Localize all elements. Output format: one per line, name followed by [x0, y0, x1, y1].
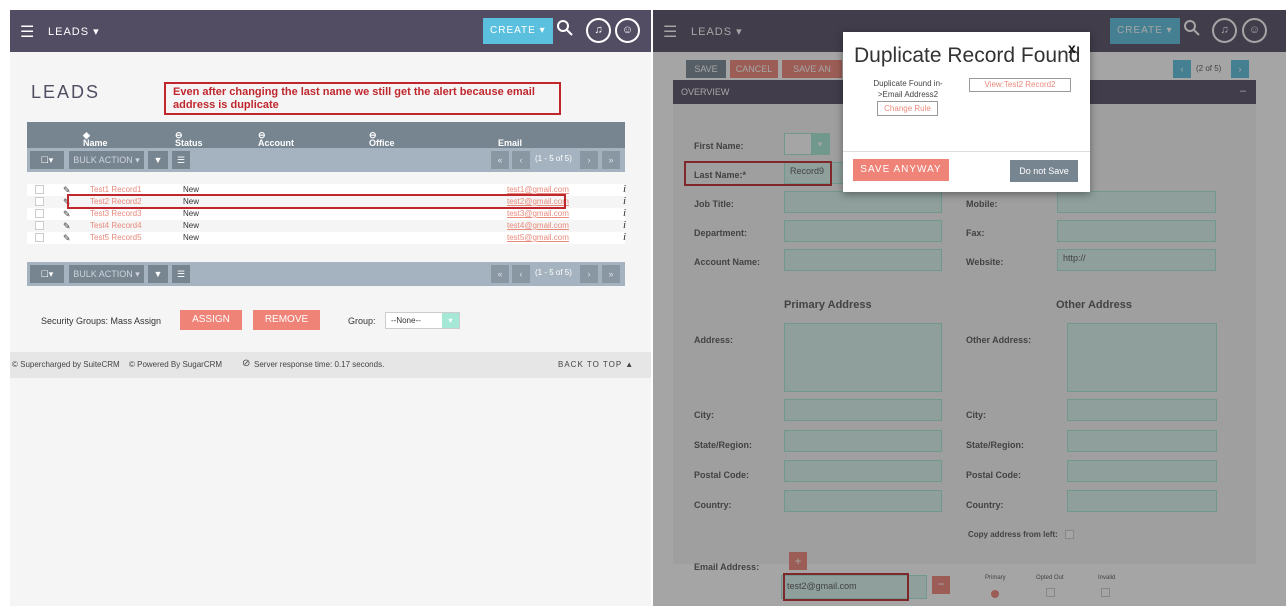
- column-header-status[interactable]: Status ⊖: [175, 130, 203, 148]
- prev-page-button[interactable]: ‹: [512, 151, 530, 169]
- security-groups-label: Security Groups: Mass Assign: [41, 316, 162, 326]
- remove-button[interactable]: REMOVE: [253, 310, 320, 330]
- select-dropdown-button[interactable]: ☐▾: [30, 151, 64, 169]
- select-dropdown-button[interactable]: ☐▾: [30, 265, 64, 283]
- action-bar-bottom: ☐▾ BULK ACTION ▾ ▼ ☰ « ‹ (1 - 5 of 5) › …: [27, 262, 625, 286]
- list-header: Name ◆ Status ⊖ Account Name ⊖ Office Ph…: [27, 122, 625, 158]
- server-response-text: Server response time: 0.17 seconds.: [254, 360, 385, 369]
- footer: © Supercharged by SuiteCRM © Powered By …: [10, 352, 651, 378]
- highlight-row-2: [67, 194, 566, 209]
- duplicate-record-modal: Duplicate Record Found x Duplicate Found…: [843, 32, 1090, 192]
- back-to-top-link[interactable]: BACK TO TOP ▲: [558, 360, 634, 369]
- chevron-down-icon: ▾: [442, 313, 459, 328]
- next-page-button[interactable]: ›: [580, 151, 598, 169]
- filter-icon[interactable]: ▼: [148, 265, 168, 283]
- left-screen: ☰ LEADS ▾ CREATE ▾ ♫ ☺ LEADS Even after …: [10, 10, 651, 606]
- footer-suitecrm[interactable]: © Supercharged by SuiteCRM: [12, 360, 120, 369]
- bulk-action-button[interactable]: BULK ACTION ▾: [69, 151, 144, 169]
- duplicate-found-text: Duplicate Found in->Email Address2: [873, 79, 943, 99]
- bulk-action-button[interactable]: BULK ACTION ▾: [69, 265, 144, 283]
- column-header-account-name[interactable]: Account Name ⊖: [258, 130, 294, 158]
- row-checkbox[interactable]: [35, 209, 44, 218]
- hamburger-menu-icon[interactable]: ☰: [20, 22, 34, 42]
- column-chooser-icon[interactable]: ☰: [172, 151, 190, 169]
- bulk-action-label: BULK ACTION: [73, 155, 133, 165]
- lead-name-link[interactable]: Test5 Record5: [90, 233, 142, 242]
- lead-email-link[interactable]: test4@gmail.com: [507, 221, 569, 230]
- module-label: LEADS: [48, 26, 90, 38]
- modal-title: Duplicate Record Found: [854, 44, 1081, 67]
- pagination-count: (1 - 5 of 5): [535, 154, 572, 163]
- lead-email-link[interactable]: test3@gmail.com: [507, 209, 569, 218]
- prev-page-button[interactable]: ‹: [512, 265, 530, 283]
- row-checkbox[interactable]: [35, 221, 44, 230]
- row-checkbox[interactable]: [35, 233, 44, 242]
- table-row[interactable]: ✎ Test4 Record4 New test4@gmail.com i: [27, 219, 626, 232]
- module-menu[interactable]: LEADS ▾: [48, 25, 100, 38]
- top-navbar: ☰ LEADS ▾ CREATE ▾ ♫ ☺: [10, 10, 651, 52]
- view-duplicate-link[interactable]: View:Test2 Record2: [969, 78, 1071, 92]
- footer-sugarcrm[interactable]: © Powered By SugarCRM: [129, 360, 222, 369]
- column-label: Name: [83, 138, 108, 148]
- action-bar-top: ☐▾ BULK ACTION ▾ ▼ ☰ « ‹ (1 - 5 of 5) › …: [27, 148, 625, 172]
- edit-pencil-icon[interactable]: ✎: [63, 221, 71, 232]
- row-checkbox[interactable]: [35, 197, 44, 206]
- annotation-callout: Even after changing the last name we sti…: [164, 82, 561, 115]
- lead-email-link[interactable]: test1@gmail.com: [507, 185, 569, 194]
- filter-icon[interactable]: ▼: [148, 151, 168, 169]
- assign-button[interactable]: ASSIGN: [180, 310, 242, 330]
- lead-status: New: [183, 185, 200, 194]
- last-page-button[interactable]: »: [602, 265, 620, 283]
- create-label: CREATE: [490, 25, 536, 36]
- first-page-button[interactable]: «: [491, 265, 509, 283]
- user-avatar-icon[interactable]: ☺: [615, 18, 640, 43]
- edit-pencil-icon[interactable]: ✎: [63, 209, 71, 220]
- edit-pencil-icon[interactable]: ✎: [63, 233, 71, 244]
- server-response-icon: ⊘: [242, 358, 251, 369]
- column-chooser-icon[interactable]: ☰: [172, 265, 190, 283]
- bulk-action-label: BULK ACTION: [73, 269, 133, 279]
- table-row[interactable]: ✎ Test5 Record5 New test5@gmail.com i: [27, 231, 626, 244]
- change-rule-link[interactable]: Change Rule: [877, 101, 938, 116]
- group-select[interactable]: --None-- ▾: [385, 312, 460, 329]
- search-icon-svg: [557, 20, 573, 36]
- row-checkbox[interactable]: [35, 185, 44, 194]
- create-button[interactable]: CREATE ▾: [483, 18, 553, 44]
- column-label: Status: [175, 138, 203, 148]
- group-label: Group:: [348, 316, 376, 326]
- info-icon[interactable]: i: [623, 183, 626, 195]
- info-icon[interactable]: i: [623, 231, 626, 243]
- lead-email-link[interactable]: test5@gmail.com: [507, 233, 569, 242]
- pagination-count: (1 - 5 of 5): [535, 268, 572, 277]
- search-icon[interactable]: [556, 19, 574, 42]
- next-page-button[interactable]: ›: [580, 265, 598, 283]
- column-header-name[interactable]: Name ◆: [83, 130, 108, 148]
- lead-status: New: [183, 221, 200, 230]
- save-anyway-button[interactable]: SAVE ANYWAY: [853, 159, 949, 181]
- info-icon[interactable]: i: [623, 219, 626, 231]
- do-not-save-button[interactable]: Do not Save: [1010, 160, 1078, 182]
- table-row[interactable]: ✎ Test3 Record3 New test3@gmail.com i: [27, 207, 626, 220]
- last-page-button[interactable]: »: [602, 151, 620, 169]
- modal-divider: [843, 151, 1090, 152]
- lead-name-link[interactable]: Test3 Record3: [90, 209, 142, 218]
- lead-status: New: [183, 233, 200, 242]
- lead-name-link[interactable]: Test1 Record1: [90, 185, 142, 194]
- first-page-button[interactable]: «: [491, 151, 509, 169]
- lead-status: New: [183, 209, 200, 218]
- info-icon[interactable]: i: [623, 195, 626, 207]
- column-header-office-phone[interactable]: Office Phone ⊖: [369, 130, 397, 158]
- page-title: LEADS: [31, 82, 101, 102]
- lead-name-link[interactable]: Test4 Record4: [90, 221, 142, 230]
- group-select-value: --None--: [391, 316, 421, 325]
- info-icon[interactable]: i: [623, 207, 626, 219]
- modal-close-button[interactable]: x: [1068, 40, 1076, 56]
- column-label: Email: [498, 138, 523, 148]
- notifications-icon[interactable]: ♫: [586, 18, 611, 43]
